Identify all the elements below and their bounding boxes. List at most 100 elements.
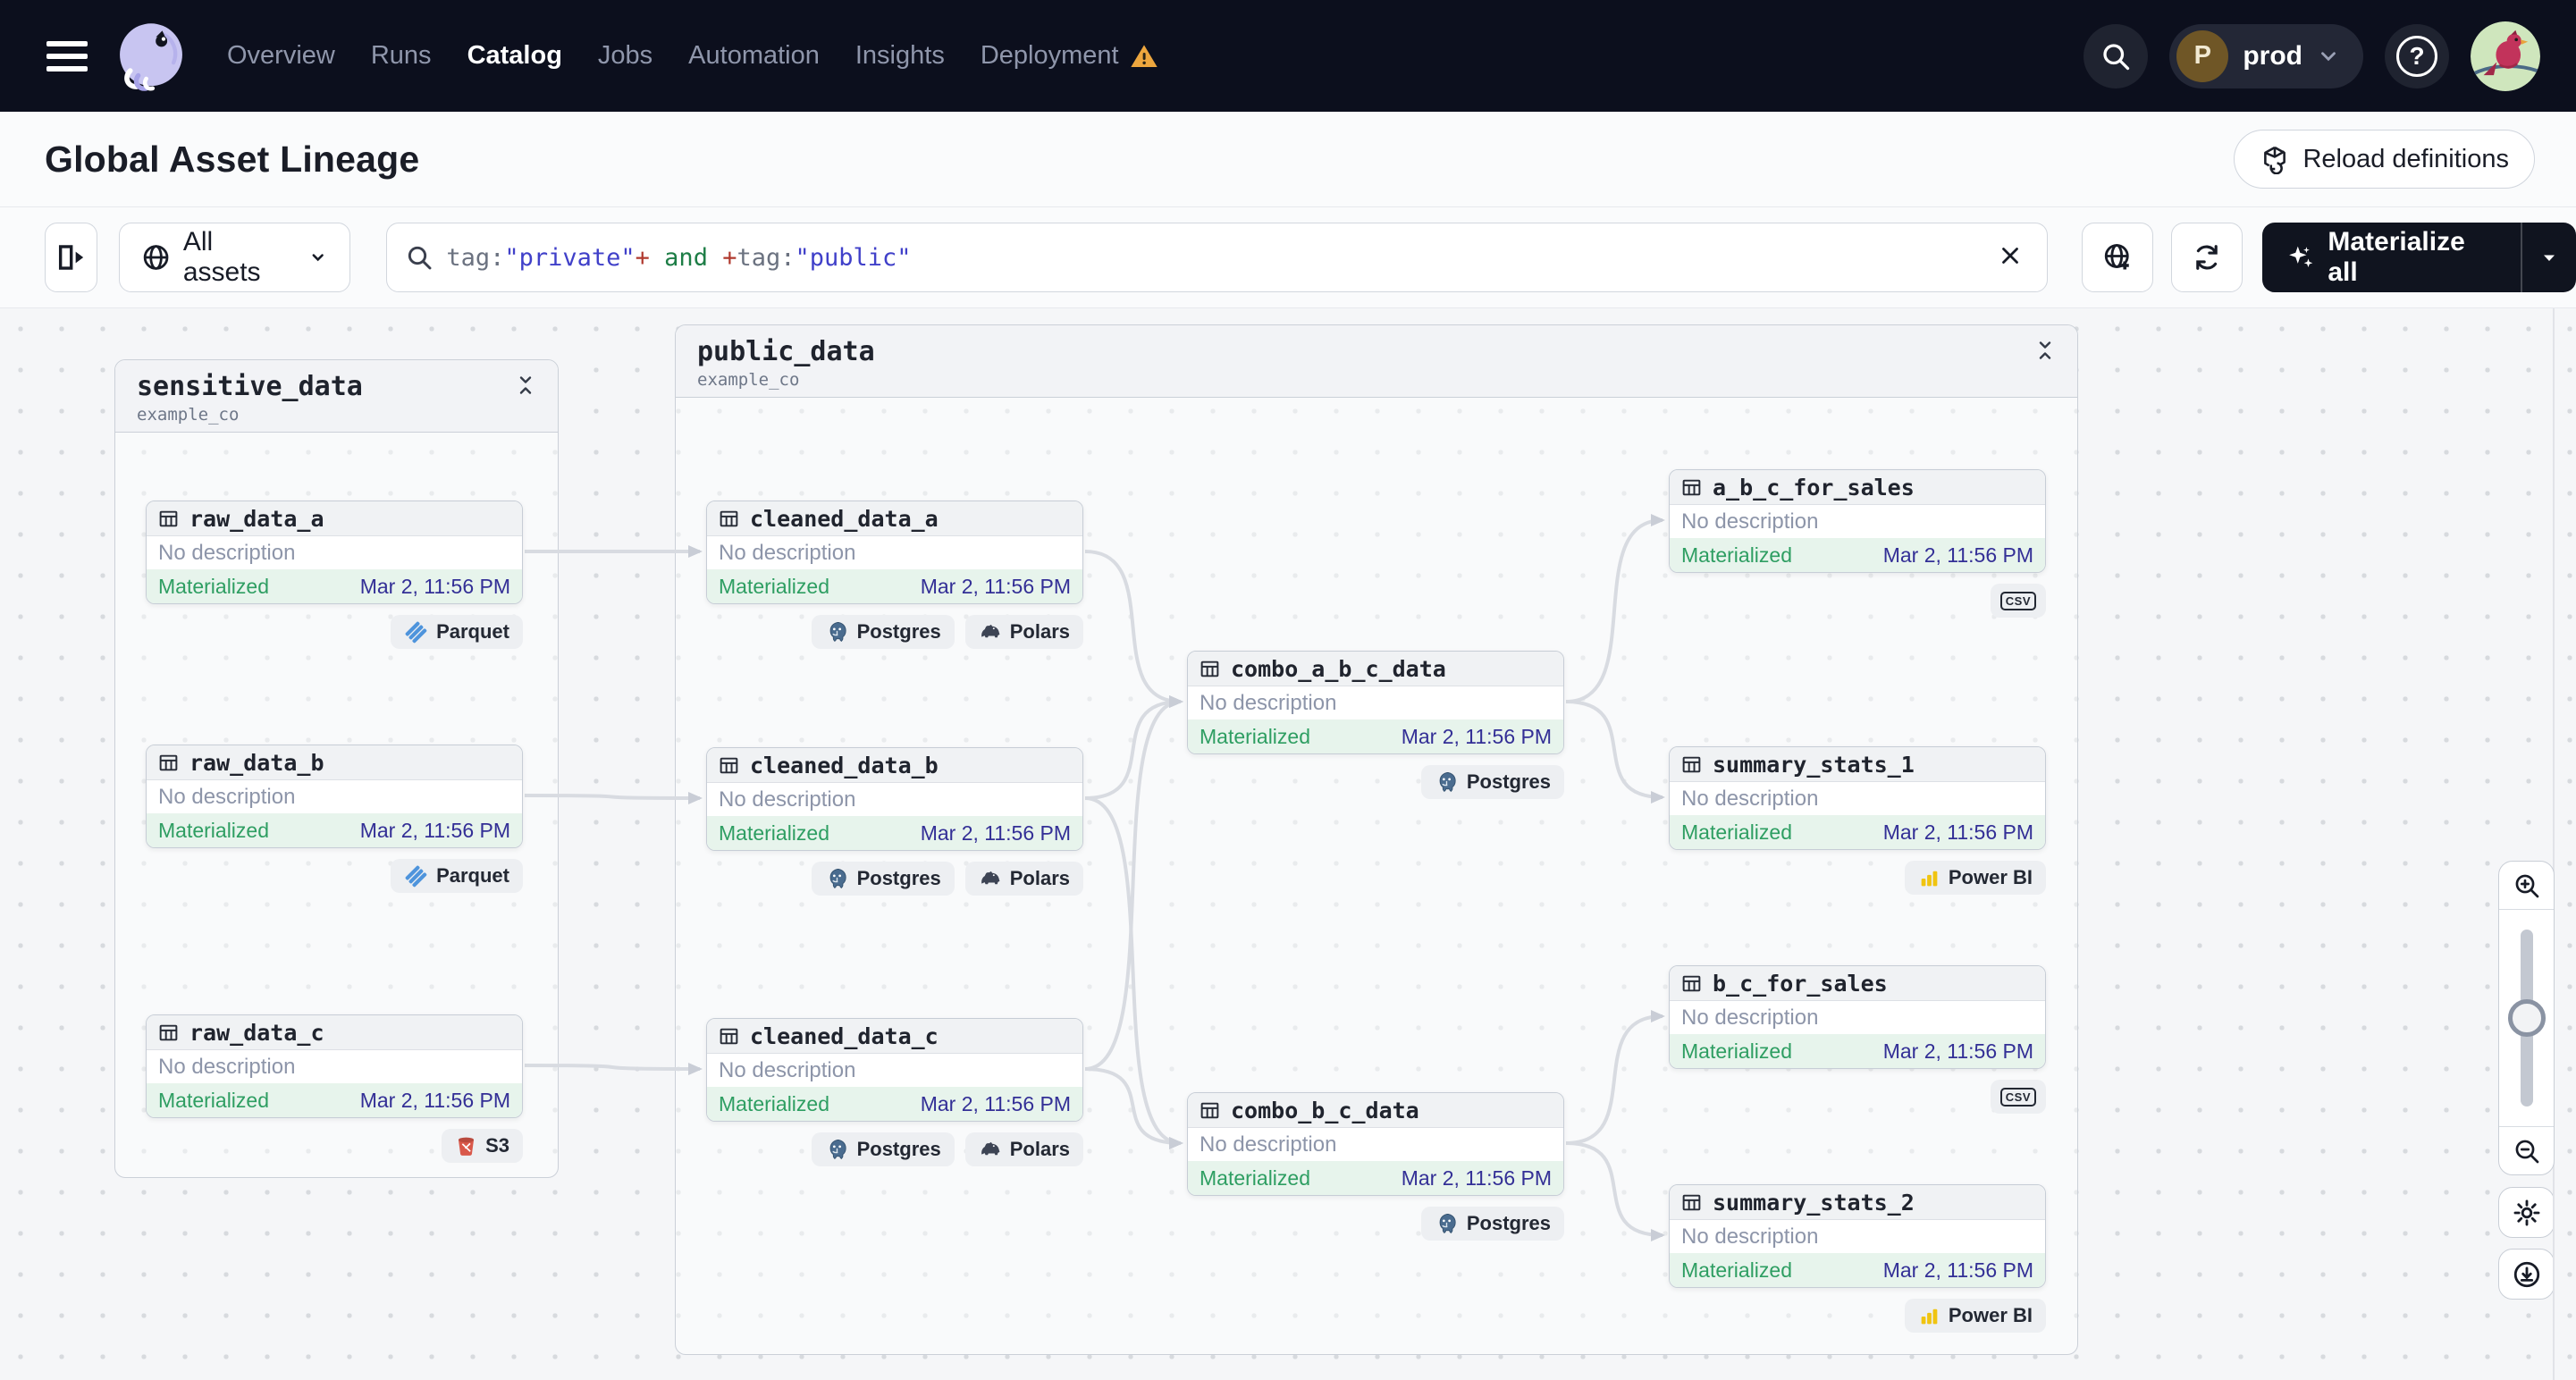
nav-item-insights[interactable]: Insights xyxy=(855,41,945,71)
asset-tag-postgres[interactable]: Postgres xyxy=(811,1132,955,1166)
zoom-in-button[interactable] xyxy=(2499,862,2554,909)
refresh-graph-button[interactable] xyxy=(2171,223,2243,292)
asset-scope-dropdown[interactable]: All assets xyxy=(118,223,351,292)
tag-label: Parquet xyxy=(436,864,509,887)
clear-filter-button[interactable] xyxy=(1991,237,2029,279)
zoom-slider-knob[interactable] xyxy=(2507,999,2546,1037)
asset-node-cleaned_data_a[interactable]: cleaned_data_a No description Materializ… xyxy=(706,501,1083,604)
nav-item-jobs[interactable]: Jobs xyxy=(598,41,652,71)
asset-node-summary_stats_2[interactable]: summary_stats_2 No description Materiali… xyxy=(1669,1184,2046,1288)
materialized-timestamp: Mar 2, 11:56 PM xyxy=(359,818,510,842)
nav-item-overview[interactable]: Overview xyxy=(227,41,335,71)
materialize-all-button[interactable]: Materialize all xyxy=(2262,223,2521,292)
asset-status-row: Materialized Mar 2, 11:56 PM xyxy=(147,1083,522,1117)
asset-description: No description xyxy=(1681,1224,1819,1249)
cardinal-bird-avatar-image xyxy=(2471,21,2540,91)
chevron-down-icon xyxy=(2321,51,2336,61)
asset-description: No description xyxy=(158,784,296,809)
asset-tag-power-bi[interactable]: Power BI xyxy=(1904,861,2046,895)
asset-tag-row: CSV xyxy=(1669,1080,2046,1114)
nav-item-runs[interactable]: Runs xyxy=(371,41,432,71)
asset-tag-polars[interactable]: Polars xyxy=(964,1132,1083,1166)
asset-tag-csv[interactable]: CSV xyxy=(1990,1080,2046,1114)
materialized-timestamp: Mar 2, 11:56 PM xyxy=(1401,1165,1552,1190)
asset-tag-csv[interactable]: CSV xyxy=(1990,584,2046,618)
materialized-status: Materialized xyxy=(1681,820,1792,844)
asset-node-summary_stats_1[interactable]: summary_stats_1 No description Materiali… xyxy=(1669,746,2046,850)
deployment-switcher[interactable]: P prod xyxy=(2169,23,2363,88)
asset-tag-row: Postgres Polars xyxy=(706,1132,1083,1166)
asset-status-row: Materialized Mar 2, 11:56 PM xyxy=(1188,1161,1563,1195)
table-icon xyxy=(1680,972,1703,995)
zoom-out-button[interactable] xyxy=(2499,1127,2554,1174)
asset-tag-postgres[interactable]: Postgres xyxy=(811,862,955,896)
group-header: sensitive_data example_co xyxy=(115,360,558,433)
asset-node-raw_data_b[interactable]: raw_data_b No description Materialized M… xyxy=(146,745,523,848)
user-avatar[interactable] xyxy=(2471,21,2540,91)
nav-item-deployment[interactable]: Deployment xyxy=(981,41,1158,71)
asset-scope-label: All assets xyxy=(182,227,261,287)
top-nav-bar: Overview Runs Catalog Jobs Automation Insight… xyxy=(0,0,2576,112)
nav-item-label: Deployment xyxy=(980,41,1119,70)
asset-tag-parquet[interactable]: Parquet xyxy=(391,615,523,649)
asset-tag-parquet[interactable]: Parquet xyxy=(391,859,523,893)
help-button[interactable]: ? xyxy=(2385,23,2449,88)
caret-down-icon xyxy=(2543,255,2555,261)
asset-tag-postgres[interactable]: Postgres xyxy=(1420,765,1564,799)
lineage-canvas[interactable]: sensitive_data example_co public_data ex… xyxy=(0,308,2576,1380)
asset-tag-row: Power BI xyxy=(1669,1299,2046,1333)
asset-tag-postgres[interactable]: Postgres xyxy=(1420,1207,1564,1241)
asset-node-cleaned_data_c[interactable]: cleaned_data_c No description Materializ… xyxy=(706,1018,1083,1122)
tag-label: Parquet xyxy=(436,620,509,643)
materialize-options-caret[interactable] xyxy=(2522,223,2576,292)
settings-gear-icon xyxy=(2513,1199,2539,1225)
nav-item-automation[interactable]: Automation xyxy=(688,41,820,71)
open-left-panel-button[interactable] xyxy=(45,223,97,292)
deployment-avatar: P xyxy=(2176,29,2229,82)
asset-name: raw_data_a xyxy=(189,505,324,532)
materialized-timestamp: Mar 2, 11:56 PM xyxy=(359,574,510,598)
zoom-out-icon xyxy=(2515,1140,2538,1163)
asset-tag-polars[interactable]: Polars xyxy=(964,862,1083,896)
asset-tag-row: Parquet xyxy=(146,615,523,649)
hamburger-menu-icon[interactable] xyxy=(46,40,88,72)
materialized-timestamp: Mar 2, 11:56 PM xyxy=(1882,1039,2033,1063)
asset-tag-s3[interactable]: S3 xyxy=(442,1129,523,1163)
reload-definitions-button[interactable]: Reload definitions xyxy=(2234,130,2535,189)
query-segment: tag: xyxy=(737,243,796,272)
materialized-status: Materialized xyxy=(1681,1039,1792,1063)
asset-status-row: Materialized Mar 2, 11:56 PM xyxy=(1670,1034,2045,1068)
download-graph-button[interactable] xyxy=(2498,1249,2555,1300)
canvas-scrollbar-track[interactable] xyxy=(2553,308,2555,1380)
postgres-icon xyxy=(825,620,849,644)
query-segment: + xyxy=(722,243,737,272)
dagster-logo[interactable] xyxy=(113,18,189,95)
collapse-group-button[interactable] xyxy=(2031,336,2059,369)
group-header: public_data example_co xyxy=(676,325,2077,398)
nav-item-catalog[interactable]: Catalog xyxy=(467,41,562,71)
asset-node-raw_data_a[interactable]: raw_data_a No description Materialized M… xyxy=(146,501,523,604)
asset-node-raw_data_c[interactable]: raw_data_c No description Materialized M… xyxy=(146,1014,523,1118)
asset-node-b_c_for_sales[interactable]: b_c_for_sales No description Materialize… xyxy=(1669,965,2046,1069)
graph-settings-button[interactable] xyxy=(2498,1187,2555,1238)
group-title: public_data xyxy=(697,336,875,367)
asset-tag-power-bi[interactable]: Power BI xyxy=(1904,1299,2046,1333)
asset-node-a_b_c_for_sales[interactable]: a_b_c_for_sales No description Materiali… xyxy=(1669,469,2046,573)
asset-filter-input[interactable]: tag:"private"+ and +tag:"public" xyxy=(386,223,2048,292)
new-catalog-view-button[interactable] xyxy=(2081,223,2154,292)
page-title: Global Asset Lineage xyxy=(45,138,420,180)
nav-item-label: Catalog xyxy=(467,41,562,70)
asset-name: raw_data_c xyxy=(189,1019,324,1046)
asset-node-cleaned_data_b[interactable]: cleaned_data_b No description Materializ… xyxy=(706,747,1083,851)
asset-status-row: Materialized Mar 2, 11:56 PM xyxy=(1670,815,2045,849)
asset-node-combo_b_c_data[interactable]: combo_b_c_data No description Materializ… xyxy=(1187,1092,1564,1196)
zoom-slider[interactable] xyxy=(2499,909,2554,1127)
asset-tag-polars[interactable]: Polars xyxy=(964,615,1083,649)
csv-icon: CSV xyxy=(1999,1087,2036,1107)
materialized-timestamp: Mar 2, 11:56 PM xyxy=(920,1091,1071,1115)
collapse-group-button[interactable] xyxy=(511,371,540,404)
asset-tag-postgres[interactable]: Postgres xyxy=(811,615,955,649)
asset-node-combo_a_b_c_data[interactable]: combo_a_b_c_data No description Material… xyxy=(1187,651,1564,754)
search-button[interactable] xyxy=(2084,23,2149,88)
asset-tag-row: Postgres xyxy=(1187,1207,1564,1241)
